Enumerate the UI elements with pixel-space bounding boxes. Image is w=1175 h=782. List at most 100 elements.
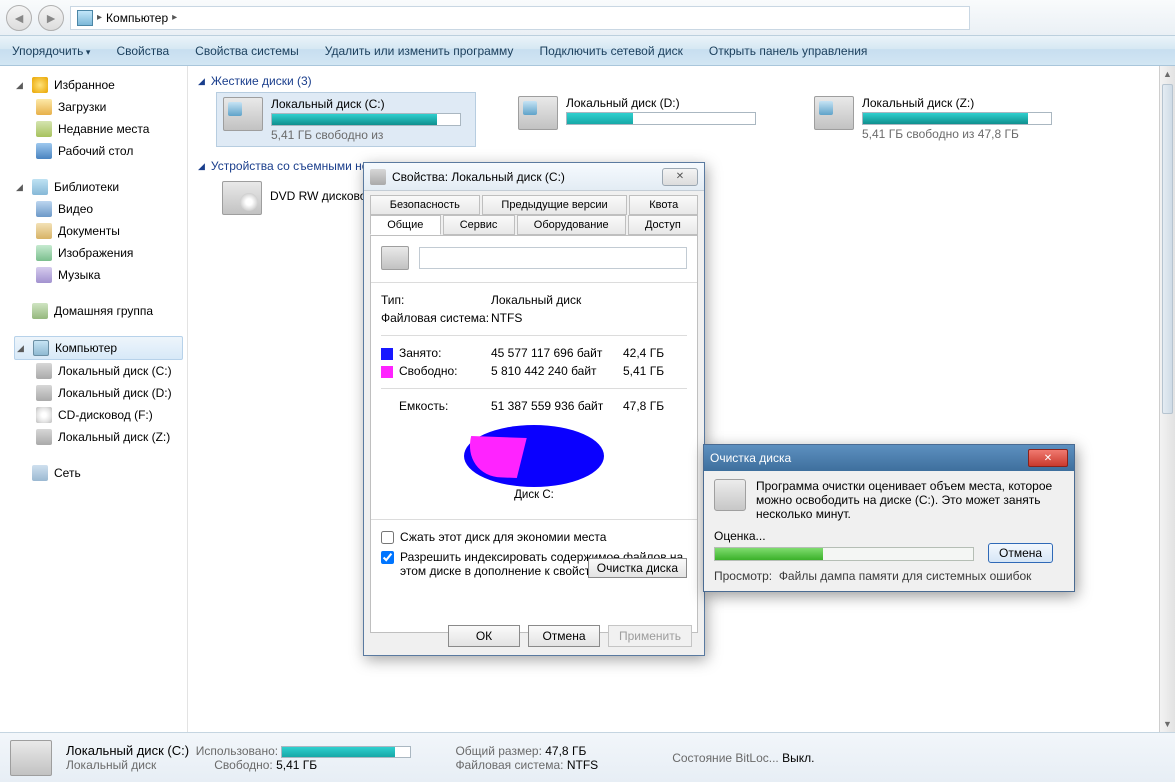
organize-menu[interactable]: Упорядочить xyxy=(8,41,94,61)
progress-bar xyxy=(714,547,974,561)
label: Локальный диск (Z:) xyxy=(58,430,170,444)
cancel-button[interactable]: Отмена xyxy=(988,543,1053,563)
free-color-swatch xyxy=(381,366,393,378)
scanning-label: Просмотр: xyxy=(714,569,772,583)
computer-group[interactable]: ◢Компьютер xyxy=(14,336,183,360)
drive-item-c[interactable]: Локальный диск (C:) 5,41 ГБ свободно из xyxy=(216,92,476,147)
scroll-down-icon[interactable]: ▼ xyxy=(1160,716,1175,732)
network-group[interactable]: ◢Сеть xyxy=(14,462,183,484)
sidebar-item-drive-d[interactable]: Локальный диск (D:) xyxy=(14,382,183,404)
sidebar-item-drive-z[interactable]: Локальный диск (Z:) xyxy=(14,426,183,448)
command-bar: Упорядочить Свойства Свойства системы Уд… xyxy=(0,36,1175,66)
tab-sharing[interactable]: Доступ xyxy=(628,215,698,235)
volume-label-input[interactable] xyxy=(419,247,687,269)
label: Локальный диск (D:) xyxy=(58,386,172,400)
homegroup-icon xyxy=(32,303,48,319)
cancel-button[interactable]: Отмена xyxy=(528,625,600,647)
capacity-gb: 47,8 ГБ xyxy=(623,399,687,413)
sidebar-item-video[interactable]: Видео xyxy=(14,198,183,220)
sidebar-item-music[interactable]: Музыка xyxy=(14,264,183,286)
breadcrumb-item[interactable]: Компьютер xyxy=(106,11,168,25)
drive-name: Локальный диск (C:) xyxy=(271,97,469,111)
music-icon xyxy=(36,267,52,283)
open-control-panel-button[interactable]: Открыть панель управления xyxy=(705,41,872,61)
used-color-swatch xyxy=(381,348,393,360)
disk-cleanup-button[interactable]: Очистка диска xyxy=(588,558,687,578)
details-pane: Локальный диск (C:) Использовано: Локаль… xyxy=(0,732,1175,782)
tab-security[interactable]: Безопасность xyxy=(370,195,480,215)
chevron-right-icon: ▸ xyxy=(97,12,102,23)
hdd-icon xyxy=(10,740,52,776)
sidebar-item-desktop[interactable]: Рабочий стол xyxy=(14,140,183,162)
used-bytes: 45 577 117 696 байт xyxy=(491,346,623,360)
network-icon xyxy=(32,465,48,481)
navigation-pane: ◢Избранное Загрузки Недавние места Рабоч… xyxy=(10,66,188,732)
hdd-icon xyxy=(814,96,854,130)
index-checkbox[interactable] xyxy=(381,551,394,564)
ok-button[interactable]: ОК xyxy=(448,625,520,647)
dialog-title-bar[interactable]: Свойства: Локальный диск (C:) ✕ xyxy=(364,163,704,191)
type-value: Локальный диск xyxy=(491,293,623,307)
documents-icon xyxy=(36,223,52,239)
vertical-scrollbar[interactable]: ▲ ▼ xyxy=(1159,66,1175,732)
nav-back-button[interactable]: ◄ xyxy=(6,5,32,31)
breadcrumb[interactable]: ▸ Компьютер ▸ xyxy=(70,6,970,30)
close-button[interactable]: ✕ xyxy=(662,168,698,186)
cleanup-icon xyxy=(714,479,746,511)
selected-item-name: Локальный диск (C:) xyxy=(66,743,189,758)
used-label: Занято: xyxy=(399,346,441,360)
group-header-hdd[interactable]: ◢Жесткие диски (3) xyxy=(198,70,1165,92)
dialog-title: Свойства: Локальный диск (C:) xyxy=(392,170,565,184)
video-icon xyxy=(36,201,52,217)
computer-icon xyxy=(77,10,93,26)
favorites-label: Избранное xyxy=(54,78,115,92)
sidebar-item-documents[interactable]: Документы xyxy=(14,220,183,242)
sidebar-item-drive-c[interactable]: Локальный диск (C:) xyxy=(14,360,183,382)
cleanup-message: Программа очистки оценивает объем места,… xyxy=(756,479,1064,521)
tab-general[interactable]: Общие xyxy=(370,215,441,235)
hdd-icon xyxy=(370,169,386,185)
label: Музыка xyxy=(58,268,100,282)
tab-previous-versions[interactable]: Предыдущие версии xyxy=(482,195,628,215)
hdd-icon xyxy=(518,96,558,130)
tab-quota[interactable]: Квота xyxy=(629,195,698,215)
scroll-thumb[interactable] xyxy=(1162,84,1173,414)
used-gb: 42,4 ГБ xyxy=(623,346,687,360)
drive-item-z[interactable]: Локальный диск (Z:) 5,41 ГБ свободно из … xyxy=(808,92,1068,147)
compress-checkbox-row[interactable]: Сжать этот диск для экономии места xyxy=(381,530,687,544)
nav-forward-button[interactable]: ► xyxy=(38,5,64,31)
homegroup-group[interactable]: ◢Домашняя группа xyxy=(14,300,183,322)
pie-label: Диск C: xyxy=(381,489,687,501)
label: CD-дисковод (F:) xyxy=(58,408,153,422)
scroll-up-icon[interactable]: ▲ xyxy=(1160,66,1175,82)
free-label: Свободно: xyxy=(214,758,273,772)
capacity-label: Емкость: xyxy=(381,399,491,413)
sidebar-item-images[interactable]: Изображения xyxy=(14,242,183,264)
sidebar-item-downloads[interactable]: Загрузки xyxy=(14,96,183,118)
computer-icon xyxy=(33,340,49,356)
system-properties-button[interactable]: Свойства системы xyxy=(191,41,303,61)
close-button[interactable]: ✕ xyxy=(1028,449,1068,467)
tab-tools[interactable]: Сервис xyxy=(443,215,515,235)
tab-hardware[interactable]: Оборудование xyxy=(517,215,626,235)
desktop-icon xyxy=(36,143,52,159)
favorites-group[interactable]: ◢Избранное xyxy=(14,74,183,96)
apply-button[interactable]: Применить xyxy=(608,625,692,647)
uninstall-change-button[interactable]: Удалить или изменить программу xyxy=(321,41,518,61)
label: Домашняя группа xyxy=(54,304,153,318)
sidebar-item-recent[interactable]: Недавние места xyxy=(14,118,183,140)
hdd-icon xyxy=(36,385,52,401)
evaluating-label: Оценка... xyxy=(714,529,1064,543)
drive-freespace: 5,41 ГБ свободно из xyxy=(271,128,469,142)
properties-button[interactable]: Свойства xyxy=(112,41,173,61)
compress-checkbox[interactable] xyxy=(381,531,394,544)
drive-item-d[interactable]: Локальный диск (D:) xyxy=(512,92,772,147)
bitlocker-label: Состояние BitLoc... xyxy=(672,751,779,765)
capacity-bytes: 51 387 559 936 байт xyxy=(491,399,623,413)
libraries-group[interactable]: ◢Библиотеки xyxy=(14,176,183,198)
map-network-drive-button[interactable]: Подключить сетевой диск xyxy=(535,41,686,61)
label: Жесткие диски (3) xyxy=(211,74,312,88)
sidebar-item-drive-f[interactable]: CD-дисковод (F:) xyxy=(14,404,183,426)
hdd-icon xyxy=(223,97,263,131)
dialog-title-bar[interactable]: Очистка диска ✕ xyxy=(704,445,1074,471)
